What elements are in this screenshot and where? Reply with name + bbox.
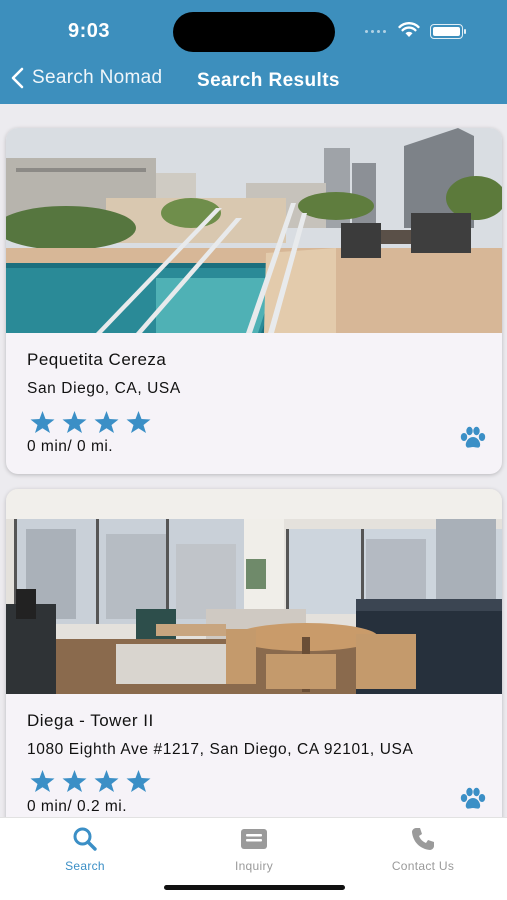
paw-icon: [460, 787, 486, 809]
star-icon: [126, 770, 151, 792]
star-icon: [126, 411, 151, 433]
listing-address: San Diego, CA, USA: [27, 380, 181, 397]
tab-contact-us[interactable]: Contact Us: [363, 824, 483, 873]
listing-distance: 0 min/ 0 mi.: [27, 438, 114, 455]
navigation-bar: Search Nomad Search Results: [0, 66, 507, 96]
phone-icon: [412, 828, 434, 850]
listing-name: Pequetita Cereza: [27, 350, 167, 369]
paw-icon: [460, 426, 486, 448]
rooftop-pool-photo: [6, 128, 502, 333]
star-icon: [30, 411, 55, 433]
tab-search[interactable]: Search: [25, 824, 145, 873]
back-label: Search Nomad: [32, 67, 163, 88]
cellular-signal-icon: [365, 30, 386, 33]
listing-distance: 0 min/ 0.2 mi.: [27, 798, 128, 815]
star-icon: [62, 411, 87, 433]
listing-card[interactable]: Pequetita Cereza San Diego, CA, USA 0 mi…: [6, 128, 502, 474]
tab-inquiry[interactable]: Inquiry: [194, 824, 314, 873]
page-title: Search Results: [197, 70, 340, 91]
app-header: 9:03 Search Nomad Search Results: [0, 0, 507, 104]
battery-icon: [430, 24, 466, 39]
search-icon: [73, 827, 97, 851]
star-icon: [62, 770, 87, 792]
tab-label: Inquiry: [234, 859, 274, 873]
chevron-left-icon: [11, 67, 24, 89]
star-icon: [30, 770, 55, 792]
listing-name: Diega - Tower II: [27, 711, 154, 730]
home-indicator: [164, 885, 345, 890]
back-button[interactable]: Search Nomad: [10, 66, 162, 90]
inquiry-icon: [241, 829, 267, 849]
star-rating: [28, 411, 153, 433]
listing-card[interactable]: Diega - Tower II 1080 Eighth Ave #1217, …: [6, 489, 502, 834]
dynamic-island: [173, 12, 335, 52]
tab-label: Contact Us: [391, 859, 455, 873]
living-room-photo: [6, 489, 502, 694]
tab-label: Search: [65, 859, 105, 873]
star-icon: [94, 770, 119, 792]
listing-address: 1080 Eighth Ave #1217, San Diego, CA 921…: [27, 741, 414, 758]
star-rating: [28, 770, 153, 792]
wifi-icon: [398, 22, 420, 37]
status-time: 9:03: [68, 20, 111, 42]
star-icon: [94, 411, 119, 433]
